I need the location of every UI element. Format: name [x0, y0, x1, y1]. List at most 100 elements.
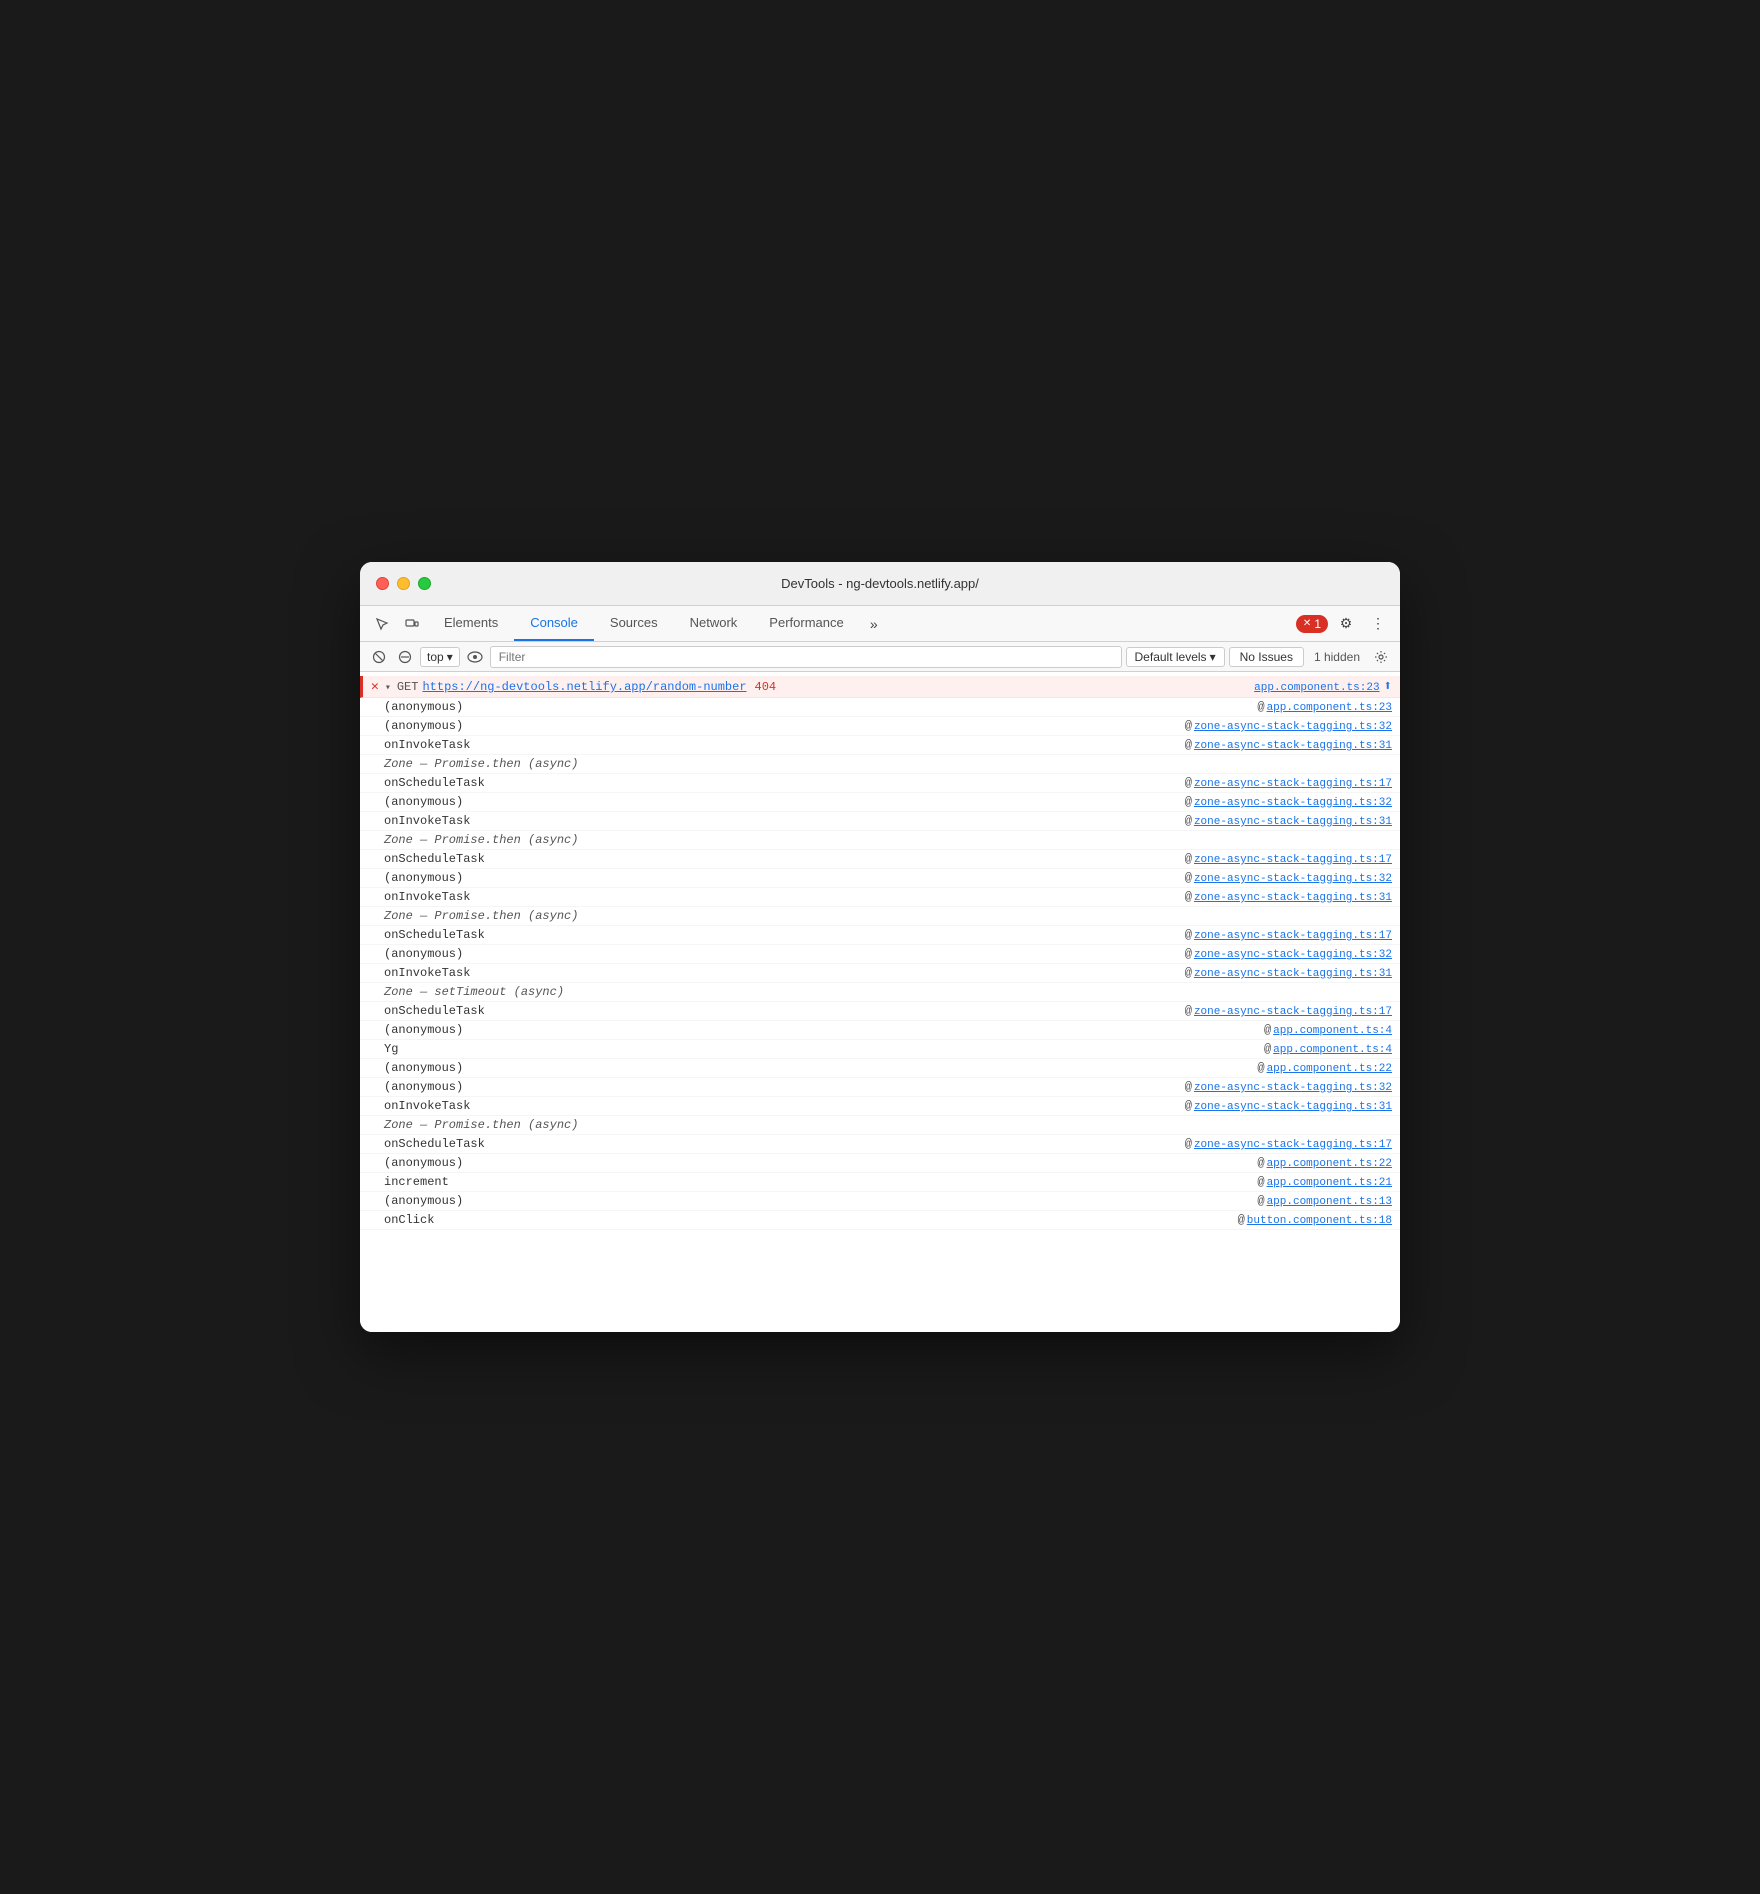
more-options-button[interactable]: ⋮: [1364, 611, 1392, 637]
source-link[interactable]: zone-async-stack-tagging.ts:17: [1194, 930, 1392, 942]
tab-list: Elements Console Sources Network Perform…: [428, 606, 1294, 641]
stack-entry-8: (anonymous) @ zone-async-stack-tagging.t…: [360, 869, 1400, 888]
levels-dropdown[interactable]: Default levels ▾: [1126, 647, 1225, 667]
console-settings-button[interactable]: [1370, 646, 1392, 668]
fn-name: (anonymous): [384, 1194, 463, 1208]
console-toolbar: top ▾ Default levels ▾ No Issues 1 hidde…: [360, 642, 1400, 672]
source-link[interactable]: zone-async-stack-tagging.ts:17: [1194, 1006, 1392, 1018]
source-link[interactable]: zone-async-stack-tagging.ts:31: [1194, 740, 1392, 752]
context-selector[interactable]: top ▾: [420, 647, 460, 667]
hidden-count: 1 hidden: [1308, 648, 1366, 666]
error-url[interactable]: https://ng-devtools.netlify.app/random-n…: [422, 680, 746, 694]
console-content: ✕ ▾ GET https://ng-devtools.netlify.app/…: [360, 672, 1400, 1332]
async-label-5: Zone — Promise.then (async): [360, 1116, 1400, 1135]
eye-button[interactable]: [464, 646, 486, 668]
stack-entry-7: onScheduleTask @ zone-async-stack-taggin…: [360, 850, 1400, 869]
main-toolbar: Elements Console Sources Network Perform…: [360, 606, 1400, 642]
stack-entry-6: onInvokeTask @ zone-async-stack-tagging.…: [360, 812, 1400, 831]
stack-entry-23: onClick @ button.component.ts:18: [360, 1211, 1400, 1230]
fn-name: onScheduleTask: [384, 776, 485, 790]
fn-name: onScheduleTask: [384, 1137, 485, 1151]
inspect-element-button[interactable]: [368, 611, 396, 637]
source-link[interactable]: zone-async-stack-tagging.ts:32: [1194, 949, 1392, 961]
source-link[interactable]: zone-async-stack-tagging.ts:32: [1194, 797, 1392, 809]
upload-icon[interactable]: ⬆: [1384, 678, 1392, 695]
stack-entry-18: onInvokeTask @ zone-async-stack-tagging.…: [360, 1097, 1400, 1116]
http-method: GET: [397, 680, 419, 694]
fn-name: (anonymous): [384, 1023, 463, 1037]
stack-entry-20: (anonymous) @ app.component.ts:22: [360, 1154, 1400, 1173]
source-link[interactable]: app.component.ts:23: [1267, 702, 1392, 714]
fn-name: onClick: [384, 1213, 434, 1227]
error-icon: ✕: [371, 679, 379, 694]
source-link[interactable]: app.component.ts:22: [1267, 1063, 1392, 1075]
title-bar: DevTools - ng-devtools.netlify.app/: [360, 562, 1400, 606]
source-link[interactable]: zone-async-stack-tagging.ts:17: [1194, 854, 1392, 866]
fn-name: onInvokeTask: [384, 1099, 470, 1113]
error-source-link[interactable]: app.component.ts:23: [1254, 682, 1379, 694]
source-link[interactable]: app.component.ts:4: [1273, 1044, 1392, 1056]
source-link[interactable]: button.component.ts:18: [1247, 1215, 1392, 1227]
source-link[interactable]: app.component.ts:21: [1267, 1177, 1392, 1189]
tab-network[interactable]: Network: [674, 606, 754, 641]
fn-name: (anonymous): [384, 871, 463, 885]
fn-name: increment: [384, 1175, 449, 1189]
expand-arrow[interactable]: ▾: [385, 682, 391, 694]
stack-entry-16: (anonymous) @ app.component.ts:22: [360, 1059, 1400, 1078]
error-count-badge[interactable]: ✕ 1: [1296, 615, 1328, 633]
source-link[interactable]: zone-async-stack-tagging.ts:32: [1194, 873, 1392, 885]
clear-console-button[interactable]: [368, 646, 390, 668]
source-link[interactable]: app.component.ts:4: [1273, 1025, 1392, 1037]
stack-entry-12: onInvokeTask @ zone-async-stack-tagging.…: [360, 964, 1400, 983]
tab-console[interactable]: Console: [514, 606, 594, 641]
minimize-button[interactable]: [397, 577, 410, 590]
source-link[interactable]: zone-async-stack-tagging.ts:31: [1194, 1101, 1392, 1113]
source-link[interactable]: zone-async-stack-tagging.ts:31: [1194, 892, 1392, 904]
fn-name: (anonymous): [384, 1156, 463, 1170]
async-label-2: Zone — Promise.then (async): [360, 831, 1400, 850]
window-title: DevTools - ng-devtools.netlify.app/: [781, 576, 979, 591]
devtools-window: DevTools - ng-devtools.netlify.app/ Elem…: [360, 562, 1400, 1332]
filter-input[interactable]: [490, 646, 1122, 668]
fn-name: onInvokeTask: [384, 738, 470, 752]
stack-entry-13: onScheduleTask @ zone-async-stack-taggin…: [360, 1002, 1400, 1021]
toolbar-right: ✕ 1 ⚙ ⋮: [1296, 611, 1392, 637]
source-link[interactable]: app.component.ts:13: [1267, 1196, 1392, 1208]
async-text: Zone — Promise.then (async): [384, 1118, 578, 1132]
maximize-button[interactable]: [418, 577, 431, 590]
fn-name: Yg: [384, 1042, 398, 1056]
settings-button[interactable]: ⚙: [1332, 611, 1360, 637]
stack-entry-4: onScheduleTask @ zone-async-stack-taggin…: [360, 774, 1400, 793]
async-text: Zone — Promise.then (async): [384, 909, 578, 923]
console-error-entry: ✕ ▾ GET https://ng-devtools.netlify.app/…: [360, 676, 1400, 698]
fn-name: (anonymous): [384, 795, 463, 809]
stack-entry-3: onInvokeTask @ zone-async-stack-tagging.…: [360, 736, 1400, 755]
close-button[interactable]: [376, 577, 389, 590]
error-entry-left: ✕ ▾ GET https://ng-devtools.netlify.app/…: [371, 679, 1254, 694]
async-text: Zone — setTimeout (async): [384, 985, 564, 999]
async-label-4: Zone — setTimeout (async): [360, 983, 1400, 1002]
more-tabs-button[interactable]: »: [860, 611, 888, 637]
source-link[interactable]: zone-async-stack-tagging.ts:17: [1194, 778, 1392, 790]
fn-name: onInvokeTask: [384, 890, 470, 904]
async-label-1: Zone — Promise.then (async): [360, 755, 1400, 774]
source-link[interactable]: zone-async-stack-tagging.ts:32: [1194, 1082, 1392, 1094]
tab-sources[interactable]: Sources: [594, 606, 674, 641]
fn-name: onInvokeTask: [384, 966, 470, 980]
source-link[interactable]: zone-async-stack-tagging.ts:31: [1194, 816, 1392, 828]
tab-elements[interactable]: Elements: [428, 606, 514, 641]
source-link[interactable]: zone-async-stack-tagging.ts:31: [1194, 968, 1392, 980]
source-link[interactable]: zone-async-stack-tagging.ts:17: [1194, 1139, 1392, 1151]
stack-entry-9: onInvokeTask @ zone-async-stack-tagging.…: [360, 888, 1400, 907]
fn-name: onScheduleTask: [384, 852, 485, 866]
source-link[interactable]: app.component.ts:22: [1267, 1158, 1392, 1170]
fn-name: (anonymous): [384, 700, 463, 714]
tab-performance[interactable]: Performance: [753, 606, 859, 641]
stack-entry-1: (anonymous) @ app.component.ts:23: [360, 698, 1400, 717]
device-toolbar-button[interactable]: [398, 611, 426, 637]
no-issues-button[interactable]: No Issues: [1229, 647, 1304, 667]
source-link[interactable]: zone-async-stack-tagging.ts:32: [1194, 721, 1392, 733]
fn-name: (anonymous): [384, 1061, 463, 1075]
no-log-button[interactable]: [394, 646, 416, 668]
stack-entry-11: (anonymous) @ zone-async-stack-tagging.t…: [360, 945, 1400, 964]
